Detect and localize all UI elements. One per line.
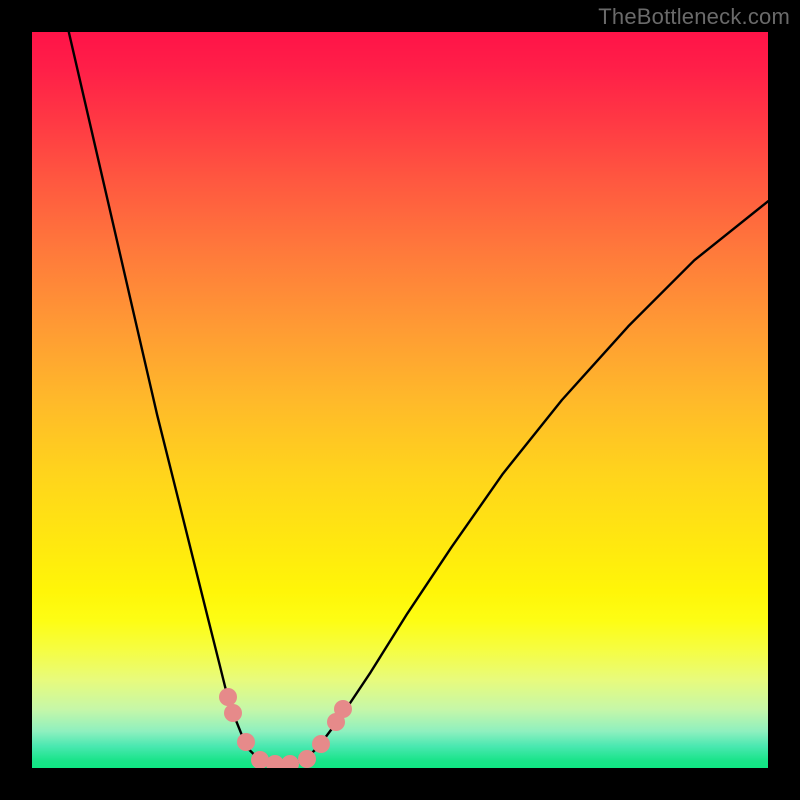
curve-marker-dot: [298, 750, 316, 768]
watermark-text: TheBottleneck.com: [598, 4, 790, 30]
curve-marker-dot: [224, 704, 242, 722]
curve-marker-dot: [312, 735, 330, 753]
chart-frame: TheBottleneck.com: [0, 0, 800, 800]
curve-marker-dot: [237, 733, 255, 751]
curve-markers: [32, 32, 768, 768]
plot-area: [32, 32, 768, 768]
curve-marker-dot: [281, 755, 299, 768]
curve-marker-dot: [334, 700, 352, 718]
